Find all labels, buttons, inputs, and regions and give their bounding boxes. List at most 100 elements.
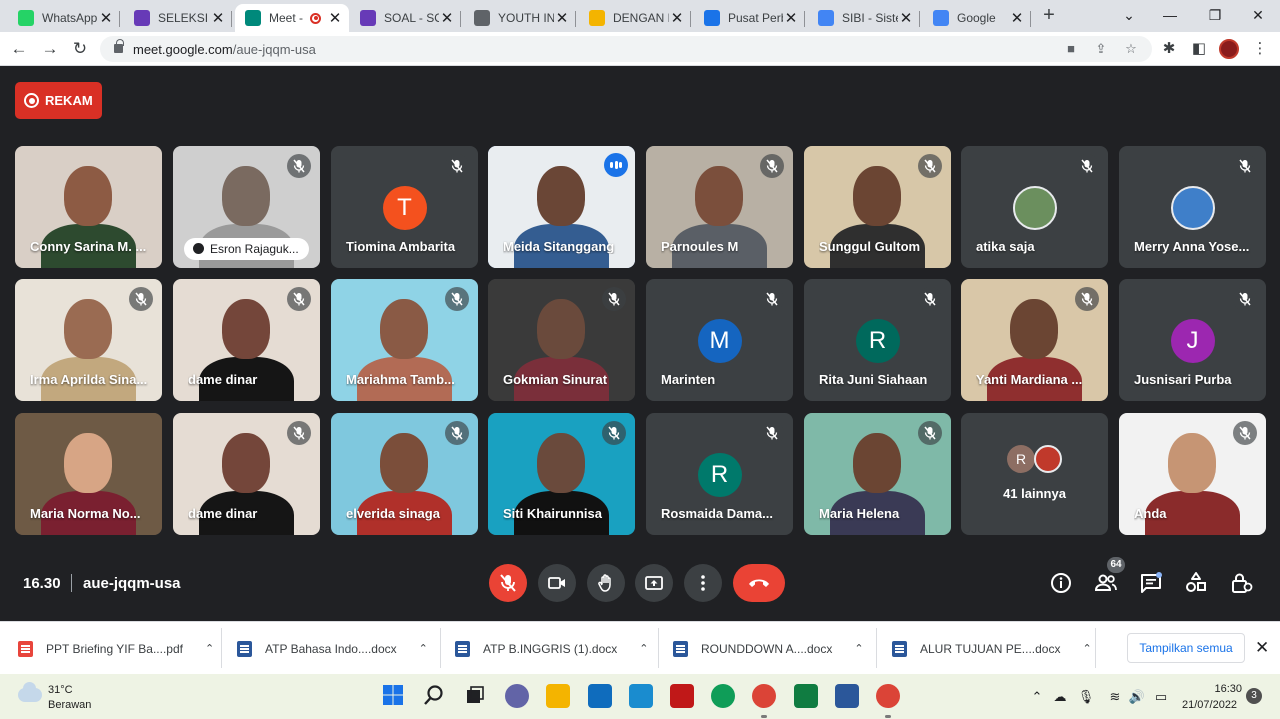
download-options-chevron-icon[interactable]: ⌃ (854, 642, 863, 655)
show-all-downloads-button[interactable]: Tampilkan semua (1127, 633, 1245, 663)
tab-close-icon[interactable]: ✕ (327, 9, 343, 27)
participant-tile[interactable]: dame dinar (173, 279, 320, 401)
minimize-icon[interactable]: — (1157, 4, 1183, 26)
participant-tile[interactable]: elverida sinaga (331, 413, 478, 535)
task-view-icon[interactable] (464, 684, 488, 708)
participant-tile[interactable]: Maria Helena (804, 413, 951, 535)
battery-icon[interactable]: ▭ (1152, 688, 1170, 706)
participant-tile[interactable]: Merry Anna Yose... (1119, 146, 1266, 268)
participant-tile[interactable]: Irma Aprilda Sina... (15, 279, 162, 401)
more-options-button[interactable] (684, 564, 722, 602)
microphone-toggle-button[interactable] (489, 564, 527, 602)
camera-toggle-button[interactable] (538, 564, 576, 602)
participant-tile[interactable]: Esron Rajaguk... (173, 146, 320, 268)
download-options-chevron-icon[interactable]: ⌃ (1082, 642, 1091, 655)
chrome-icon[interactable] (752, 684, 776, 708)
window-close-icon[interactable]: ✕ (1245, 4, 1271, 26)
browser-tab[interactable]: SELEKSI TA✕ (124, 4, 232, 32)
others-tile[interactable]: R 41 lainnya (961, 413, 1108, 535)
restore-icon[interactable]: ❐ (1202, 4, 1228, 26)
activities-button[interactable] (1183, 570, 1209, 596)
leave-call-button[interactable] (733, 564, 785, 602)
share-icon[interactable]: ⇪ (1092, 41, 1110, 57)
wifi-icon[interactable]: ≋ (1106, 688, 1124, 706)
volume-icon[interactable]: 🔊 (1128, 688, 1146, 706)
tab-close-icon[interactable]: ✕ (439, 9, 455, 27)
teams-chat-icon[interactable] (505, 684, 529, 708)
participant-tile[interactable]: Sunggul Gultom (804, 146, 951, 268)
download-options-chevron-icon[interactable]: ⌃ (639, 642, 648, 655)
bookmark-star-icon[interactable]: ☆ (1122, 41, 1140, 57)
download-item[interactable]: ATP Bahasa Indo....docx ⌃ (237, 622, 428, 675)
download-item[interactable]: ALUR TUJUAN PE....docx ⌃ (892, 622, 1092, 675)
side-panel-icon[interactable]: ◧ (1189, 40, 1209, 58)
host-controls-button[interactable] (1229, 570, 1255, 596)
system-time[interactable]: 16:30 (1214, 683, 1242, 695)
app-l-icon[interactable] (629, 684, 653, 708)
file-explorer-icon[interactable] (546, 684, 570, 708)
chrome-menu-icon[interactable]: ⋮ (1250, 40, 1270, 58)
download-item[interactable]: PPT Briefing YIF Ba....pdf ⌃ (18, 622, 214, 675)
download-item[interactable]: ATP B.INGGRIS (1).docx ⌃ (455, 622, 648, 675)
tab-close-icon[interactable]: ✕ (783, 9, 799, 27)
recording-button[interactable]: REKAM (15, 82, 102, 119)
tab-close-icon[interactable]: ✕ (98, 9, 114, 27)
participant-tile[interactable]: M Marinten (646, 279, 793, 401)
tab-close-icon[interactable]: ✕ (1009, 9, 1025, 27)
browser-tab[interactable]: YOUTH IN ✕ (464, 4, 576, 32)
windows-start-icon[interactable] (382, 684, 406, 708)
participant-tile[interactable]: Mariahma Tamb... (331, 279, 478, 401)
browser-tab[interactable]: Pusat Perb ✕ (694, 4, 805, 32)
participant-tile[interactable]: Meida Sitanggang (488, 146, 635, 268)
participant-tile[interactable]: dame dinar (173, 413, 320, 535)
onedrive-cloud-icon[interactable]: ☁ (1051, 688, 1069, 706)
meeting-details-button[interactable] (1048, 570, 1074, 596)
download-item[interactable]: ROUNDDOWN A....docx ⌃ (673, 622, 864, 675)
participant-tile[interactable]: Parnoules M (646, 146, 793, 268)
browser-tab[interactable]: WhatsApp ✕ (8, 4, 120, 32)
show-hidden-icons-chevron-icon[interactable]: ⌃ (1028, 688, 1046, 706)
tab-search-chevron-icon[interactable]: ⌄ (1116, 4, 1142, 26)
participant-tile[interactable]: J Jusnisari Purba (1119, 279, 1266, 401)
address-bar[interactable]: meet.google.com/aue-jqqm-usa ■ ⇪ ☆ (100, 36, 1152, 62)
browser-tab[interactable]: DENGAN E✕ (579, 4, 691, 32)
participant-tile[interactable]: R Rita Juni Siahaan (804, 279, 951, 401)
browser-tab[interactable]: SIBI - Siste ✕ (808, 4, 920, 32)
profile-avatar[interactable] (1219, 39, 1239, 59)
mcafee-icon[interactable] (670, 684, 694, 708)
excel-icon[interactable] (794, 684, 818, 708)
tab-close-icon[interactable]: ✕ (554, 9, 570, 27)
tab-close-icon[interactable]: ✕ (210, 9, 226, 27)
camera-permission-icon[interactable]: ■ (1062, 41, 1080, 57)
people-button[interactable] (1093, 570, 1119, 596)
chrome-running-icon[interactable] (876, 684, 900, 708)
tab-close-icon[interactable]: ✕ (898, 9, 914, 27)
notification-count-badge[interactable]: 3 (1246, 688, 1262, 704)
participant-tile[interactable]: Anda (1119, 413, 1266, 535)
raise-hand-button[interactable] (587, 564, 625, 602)
reload-icon[interactable]: ↻ (69, 38, 91, 60)
word-icon[interactable] (835, 684, 859, 708)
tab-close-icon[interactable]: ✕ (669, 9, 685, 27)
download-options-chevron-icon[interactable]: ⌃ (419, 642, 428, 655)
participant-tile[interactable]: Maria Norma No... (15, 413, 162, 535)
participant-tile[interactable]: Siti Khairunnisa (488, 413, 635, 535)
mail-icon[interactable] (588, 684, 612, 708)
browser-tab[interactable]: SOAL - SO ✕ (350, 4, 461, 32)
download-options-chevron-icon[interactable]: ⌃ (205, 642, 214, 655)
url-text[interactable]: meet.google.com/aue-jqqm-usa (133, 42, 316, 57)
participant-tile[interactable]: T Tiomina Ambarita (331, 146, 478, 268)
browser-tab[interactable]: Google ✕ (923, 4, 1031, 32)
back-arrow-icon[interactable]: ← (8, 38, 30, 60)
edge-icon[interactable] (711, 684, 735, 708)
search-icon[interactable] (423, 684, 447, 708)
lock-icon[interactable] (114, 39, 124, 53)
participant-tile[interactable]: Conny Sarina M. ... (15, 146, 162, 268)
participant-tile[interactable]: Gokmian Sinurat (488, 279, 635, 401)
extensions-puzzle-icon[interactable]: ✱ (1159, 40, 1179, 58)
browser-tab[interactable]: Meet - ✕ (235, 4, 349, 32)
close-download-shelf-icon[interactable]: ✕ (1255, 638, 1269, 658)
participant-tile[interactable]: atika saja (961, 146, 1108, 268)
system-date[interactable]: 21/07/2022 (1182, 699, 1237, 711)
microphone-tray-icon[interactable]: 🎙 (1077, 688, 1095, 706)
